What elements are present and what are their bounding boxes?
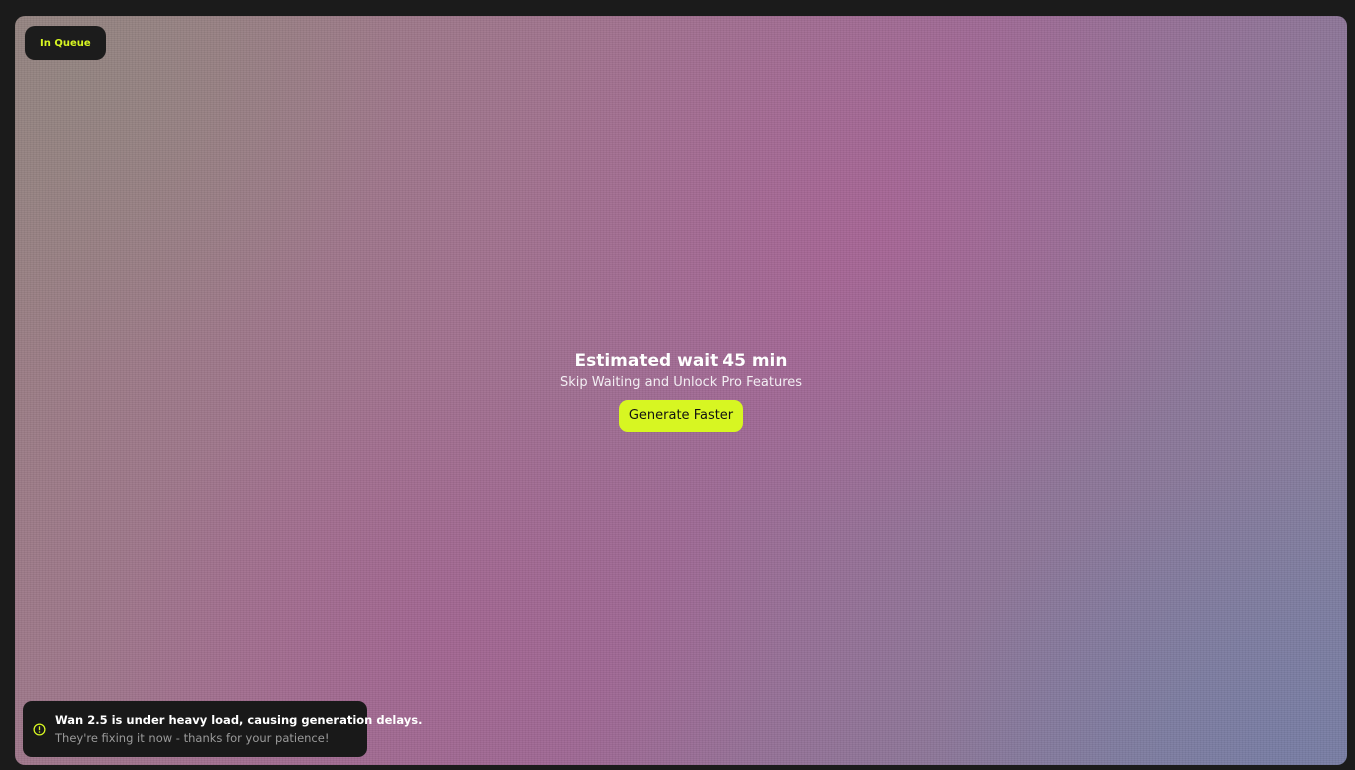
wait-value: 45 min [722,351,788,371]
status-badge: In Queue [25,26,106,60]
generate-faster-button[interactable]: Generate Faster [618,400,744,432]
load-notice-toast: Wan 2.5 is under heavy load, causing gen… [23,701,422,757]
generation-preview-area: In Queue Estimated wait 45 min Skip Waiti… [15,16,1347,765]
toast-title: Wan 2.5 is under heavy load, causing gen… [55,713,423,727]
estimated-wait: Estimated wait 45 min [15,350,1347,372]
upsell-subtitle: Skip Waiting and Unlock Pro Features [559,375,803,390]
toast-text: Wan 2.5 is under heavy load, causing gen… [55,712,422,746]
toast-message: They're fixing it now - thanks for your … [55,731,330,745]
info-icon [33,722,46,736]
app-frame: In Queue Estimated wait 45 min Skip Waiti… [0,0,1355,770]
status-badge-label: In Queue [40,37,91,49]
queue-panel: Estimated wait 45 min Skip Waiting and Un… [15,350,1347,432]
wait-label: Estimated wait [574,351,719,371]
